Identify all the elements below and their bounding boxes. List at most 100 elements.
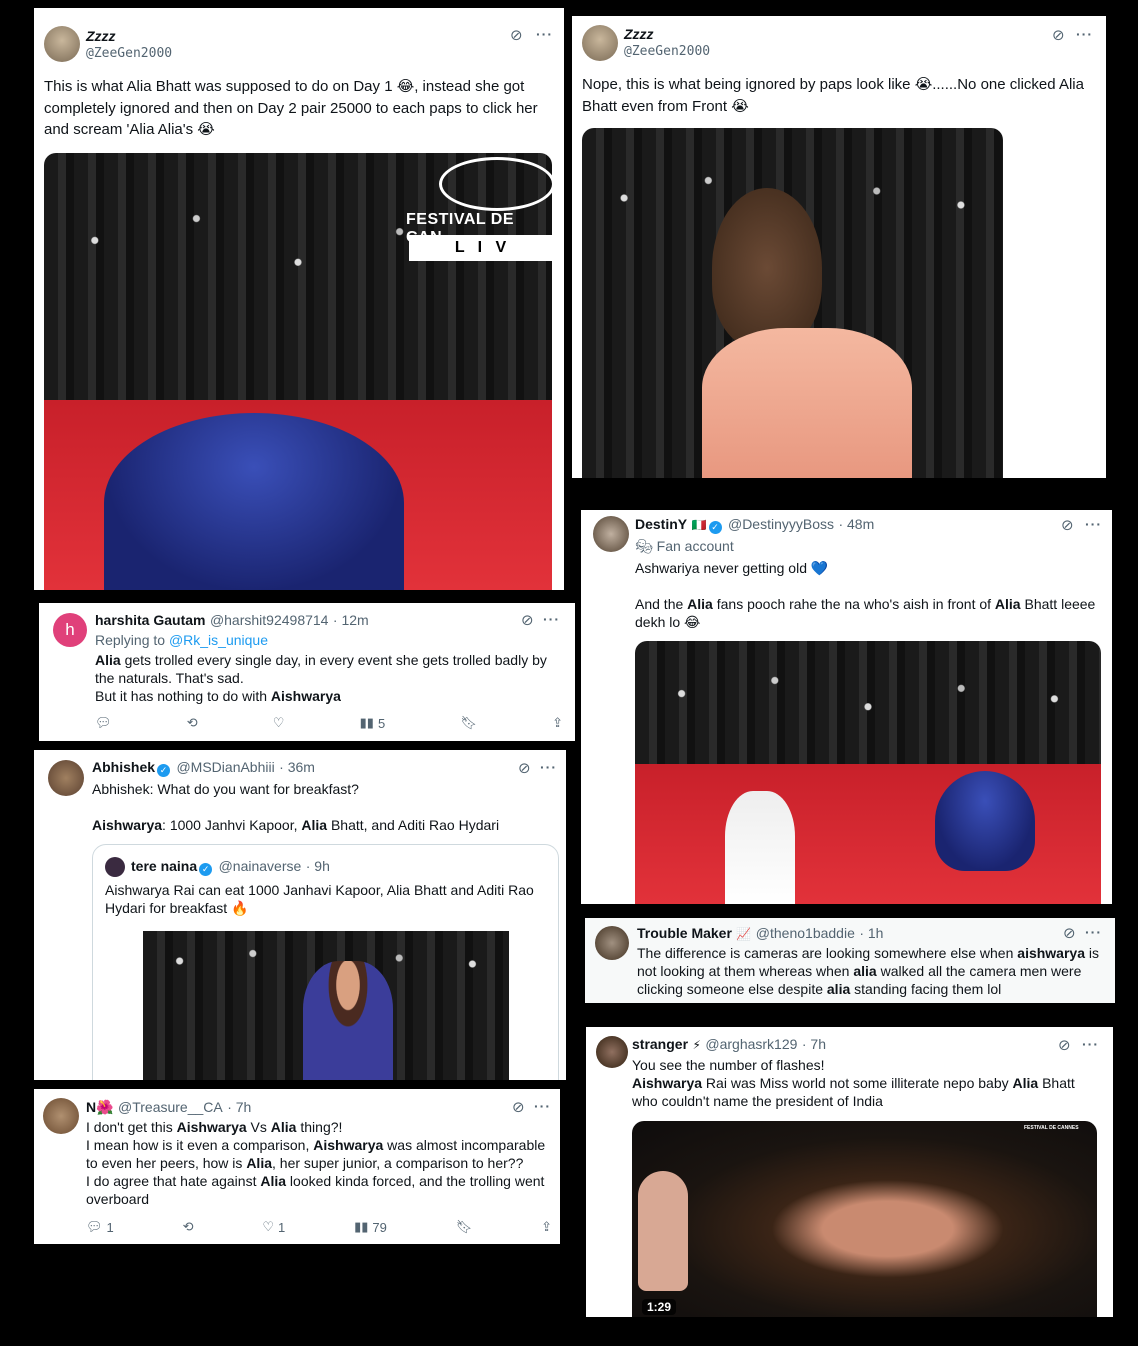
tweet-card-destiny: DestinY 🇮🇹 ✓ @DestinyyyBoss · 48m ⊘ ··· 🎭… xyxy=(581,510,1112,904)
handle[interactable]: @harshit92498714 xyxy=(210,612,329,628)
tweet-card-abhishek: Abhishek ✓ @MSDianAbhiii · 36m ⊘ ··· Abhi… xyxy=(34,750,566,1080)
handle[interactable]: @theno1baddie xyxy=(756,925,855,941)
reply-button[interactable]: 💬︎ 1 xyxy=(86,1219,114,1235)
tweet-media-image[interactable] xyxy=(635,641,1101,904)
tweet-text: Abhishek: What do you want for breakfast… xyxy=(92,781,500,833)
tweet-text: Nope, this is what being ignored by paps… xyxy=(582,76,1084,115)
mask-icon: 🎭︎ xyxy=(635,538,653,554)
reply-icon[interactable]: 💬︎ xyxy=(95,715,112,731)
grok-icon[interactable]: ⊘ xyxy=(1058,1036,1071,1054)
verified-badge-icon: ✓ xyxy=(708,521,722,534)
like-icon: ♡ xyxy=(262,1219,274,1234)
tweet-text: This is what Alia Bhatt was supposed to … xyxy=(44,78,538,138)
action-bar: 💬︎ ⟲ ♡ ▮▮ 5 🔖︎ ⇪ xyxy=(95,715,563,731)
more-icon[interactable]: ··· xyxy=(536,26,553,42)
replying-to-link[interactable]: @Rk_is_unique xyxy=(169,632,268,648)
display-name[interactable]: Zzzz xyxy=(86,28,116,44)
timestamp[interactable]: · 36m xyxy=(279,759,315,775)
tweet-card-stranger: stranger ⚡ @arghasrk129 · 7h ⊘ ··· You s… xyxy=(586,1027,1113,1317)
more-icon[interactable]: ··· xyxy=(543,611,560,627)
grok-icon[interactable]: ⊘ xyxy=(521,611,534,629)
handle[interactable]: @ZeeGen2000 xyxy=(86,46,172,61)
grok-icon[interactable]: ⊘ xyxy=(1052,26,1065,44)
grok-icon[interactable]: ⊘ xyxy=(1061,516,1074,534)
avatar[interactable] xyxy=(43,1098,79,1134)
views-button[interactable]: ▮▮ 79 xyxy=(354,1219,387,1235)
display-name[interactable]: Abhishek xyxy=(92,759,155,775)
more-icon[interactable]: ··· xyxy=(1076,26,1093,42)
quote-tweet[interactable]: tere naina ✓ @nainaverse · 9h Aishwarya R… xyxy=(92,844,559,1080)
quote-handle: @nainaverse xyxy=(218,858,302,874)
bookmark-icon[interactable]: 🔖︎ xyxy=(460,715,477,731)
display-name[interactable]: Trouble Maker xyxy=(637,925,732,941)
avatar[interactable] xyxy=(596,1036,628,1068)
handle[interactable]: @ZeeGen2000 xyxy=(624,44,710,59)
tweet-text: I don't get this Aishwarya Vs Alia thing… xyxy=(86,1119,546,1207)
more-icon[interactable]: ··· xyxy=(1085,516,1102,532)
quote-timestamp: · 9h xyxy=(305,858,330,874)
lightning-emoji-icon: ⚡ xyxy=(692,1038,701,1052)
avatar[interactable] xyxy=(582,25,618,61)
hand-gesture xyxy=(638,1171,688,1291)
like-button[interactable]: ♡ 1 xyxy=(262,1219,285,1235)
tweet-text: You see the number of flashes! Aishwarya… xyxy=(632,1057,1075,1109)
tweet-text: The difference is cameras are looking so… xyxy=(637,945,1099,997)
figure-blue-gown xyxy=(935,771,1035,871)
avatar[interactable] xyxy=(48,760,84,796)
quote-text: Aishwarya Rai can eat 1000 Janhavi Kapoo… xyxy=(105,882,534,916)
like-icon[interactable]: ♡ xyxy=(273,715,285,731)
grok-icon[interactable]: ⊘ xyxy=(512,1098,525,1116)
flag-icon: 🇮🇹 xyxy=(691,518,707,532)
figure-blue-gown xyxy=(104,413,404,590)
views-icon: ▮▮ xyxy=(354,1219,369,1234)
quote-media-image[interactable] xyxy=(143,931,509,1080)
avatar[interactable] xyxy=(595,926,629,960)
retweet-icon[interactable]: ⟲ xyxy=(183,1219,194,1235)
display-name[interactable]: harshita Gautam xyxy=(95,612,205,628)
avatar[interactable]: h xyxy=(53,613,87,647)
handle[interactable]: @DestinyyyBoss xyxy=(728,516,834,532)
display-name[interactable]: DestinY xyxy=(635,516,687,532)
handle[interactable]: @arghasrk129 xyxy=(705,1036,797,1052)
timestamp[interactable]: · 7h xyxy=(802,1036,826,1052)
figure-peach-dress xyxy=(702,328,912,478)
handle[interactable]: @MSDianAbhiii xyxy=(176,759,274,775)
tweet-media-video[interactable] xyxy=(582,128,1003,478)
grok-icon[interactable]: ⊘ xyxy=(1063,924,1076,942)
timestamp[interactable]: · 48m xyxy=(838,516,874,532)
retweet-icon[interactable]: ⟲ xyxy=(187,715,198,731)
views-button[interactable]: ▮▮ 5 xyxy=(360,715,386,731)
bookmark-icon[interactable]: 🔖︎ xyxy=(456,1219,473,1235)
timestamp[interactable]: · 1h xyxy=(859,925,883,941)
more-icon[interactable]: ··· xyxy=(1082,1036,1099,1052)
handle[interactable]: @Treasure__CA xyxy=(118,1099,223,1115)
grok-icon[interactable]: ⊘ xyxy=(518,759,531,777)
share-icon[interactable]: ⇪ xyxy=(552,715,563,731)
replying-to: Replying to @Rk_is_unique xyxy=(95,632,268,648)
fan-account-badge: 🎭︎ Fan account xyxy=(635,538,734,554)
live-overlay: L I V xyxy=(409,235,552,261)
share-icon[interactable]: ⇪ xyxy=(541,1219,552,1235)
tweet-card-zzzz-1: Zzzz @ZeeGen2000 ⊘ ··· This is what Alia… xyxy=(34,8,564,590)
avatar[interactable] xyxy=(593,516,629,552)
figure-aishwarya xyxy=(303,961,393,1080)
display-name[interactable]: Zzzz xyxy=(624,26,654,42)
tweet-media-video[interactable]: FESTIVAL DE CAN L I V xyxy=(44,153,552,590)
views-icon: ▮▮ xyxy=(359,715,374,730)
display-name[interactable]: stranger xyxy=(632,1036,688,1052)
grok-icon[interactable]: ⊘ xyxy=(510,26,523,44)
more-icon[interactable]: ··· xyxy=(534,1098,551,1114)
figure-back-view xyxy=(712,188,822,348)
tweet-media-video[interactable]: FESTIVAL DE CANNES 1:29 xyxy=(632,1121,1097,1317)
reply-icon: 💬︎ xyxy=(86,1219,103,1234)
tweet-text: Alia gets trolled every single day, in e… xyxy=(95,652,547,704)
more-icon[interactable]: ··· xyxy=(540,759,557,775)
timestamp[interactable]: · 12m xyxy=(333,612,369,628)
timestamp[interactable]: · 7h xyxy=(227,1099,251,1115)
tweet-card-n: N🌺 @Treasure__CA · 7h ⊘ ··· I don't get … xyxy=(34,1089,560,1244)
chart-emoji-icon: 📈 xyxy=(736,927,752,941)
avatar[interactable] xyxy=(44,26,80,62)
display-name[interactable]: N🌺 xyxy=(86,1099,114,1115)
quote-display-name: tere naina xyxy=(131,858,198,874)
more-icon[interactable]: ··· xyxy=(1085,924,1102,940)
